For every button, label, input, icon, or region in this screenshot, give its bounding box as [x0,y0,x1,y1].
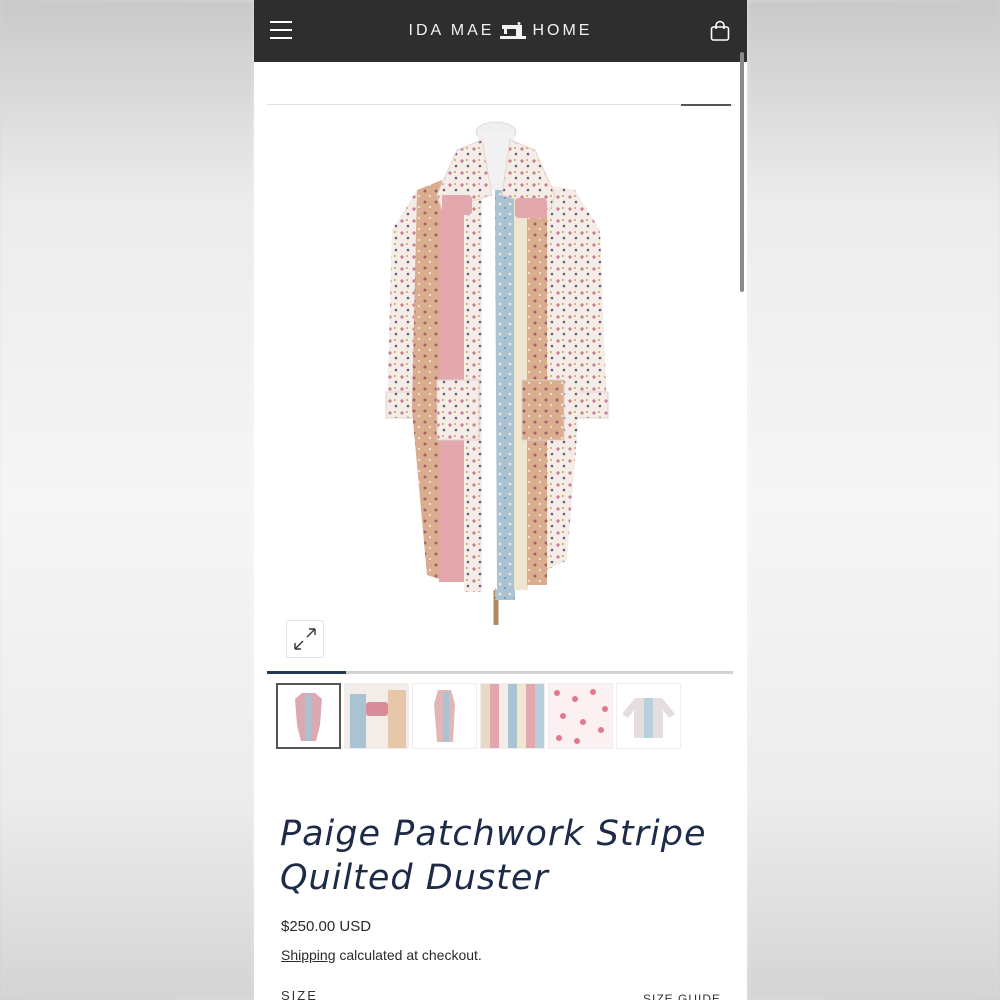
mobile-page: IDA MAE HOME Paige Patchwork Stripe Quil… [254,0,747,1000]
shipping-text: calculated at checkout. [335,947,482,963]
divider [267,104,733,105]
blurred-backdrop-left [0,0,254,1000]
sewing-machine-logo-icon [500,22,527,39]
thumbnail-3[interactable] [412,683,477,749]
product-main-image[interactable] [267,110,733,665]
thumbnail-4[interactable] [480,683,545,749]
gallery-progress-track [267,671,733,674]
site-header: IDA MAE HOME [254,0,747,62]
brand-name-left: IDA MAE [408,22,495,39]
thumbnail-strip [276,683,681,749]
brand-logo[interactable]: IDA MAE HOME [409,22,593,40]
brand-name-right: HOME [532,22,593,39]
divider-accent [681,104,731,106]
gallery-progress-fill [267,671,347,674]
size-label: SIZE [281,988,318,1000]
thumbnail-2[interactable] [344,683,409,749]
thumbnail-5[interactable] [548,683,613,749]
hamburger-menu-icon[interactable] [270,21,292,39]
expand-image-button[interactable] [286,620,324,658]
blurred-backdrop-right [747,0,1000,1000]
size-guide-link[interactable]: SIZE GUIDE [643,992,721,1000]
shipping-note: Shipping calculated at checkout. [281,947,482,963]
thumbnail-6[interactable] [616,683,681,749]
page-scrollbar[interactable] [740,52,744,292]
shopping-bag-icon[interactable] [709,20,731,42]
product-price: $250.00 USD [281,918,372,935]
expand-arrows-icon [294,628,316,650]
shipping-link[interactable]: Shipping [281,947,336,963]
product-title: Paige Patchwork Stripe Quilted Duster [280,814,707,898]
thumbnail-1[interactable] [276,683,341,749]
